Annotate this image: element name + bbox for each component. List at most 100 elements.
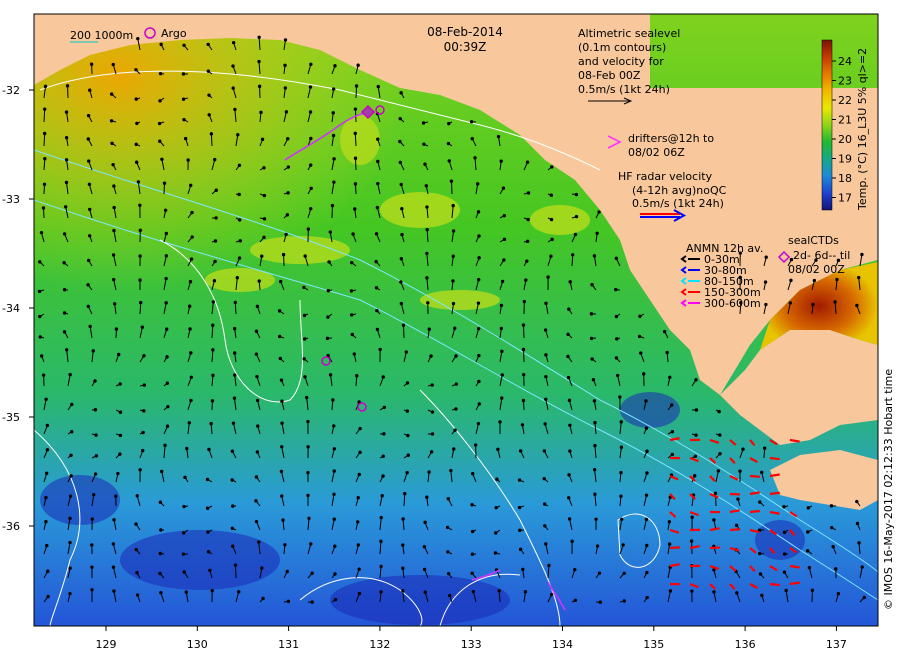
velocity-arrowhead bbox=[520, 423, 525, 427]
velocity-arrowhead bbox=[134, 97, 138, 101]
velocity-arrowhead bbox=[549, 217, 554, 222]
velocity-arrowhead bbox=[164, 327, 169, 331]
velocity-arrowhead bbox=[549, 193, 554, 197]
velocity-arrowhead bbox=[306, 227, 311, 231]
velocity-arrowhead bbox=[232, 326, 237, 331]
velocity-arrowhead bbox=[694, 433, 698, 437]
sealctd-line-3: 08/02 00Z bbox=[788, 263, 845, 276]
velocity-arrowhead bbox=[518, 547, 523, 552]
velocity-arrowhead bbox=[183, 475, 187, 480]
altimetry-line-5: 0.5m/s (1kt 24h) bbox=[578, 83, 670, 96]
velocity-arrowhead bbox=[233, 563, 238, 567]
velocity-arrowhead bbox=[181, 531, 186, 535]
velocity-arrowhead bbox=[189, 375, 194, 379]
velocity-arrowhead bbox=[522, 299, 527, 304]
velocity-arrowhead bbox=[592, 254, 597, 258]
velocity-arrowhead bbox=[69, 453, 73, 458]
lon-tick-label: 131 bbox=[278, 638, 299, 651]
velocity-arrowhead bbox=[160, 157, 164, 161]
velocity-arrowhead bbox=[857, 275, 861, 280]
velocity-arrowhead bbox=[309, 136, 313, 141]
velocity-arrowhead bbox=[592, 467, 597, 472]
velocity-arrowhead bbox=[185, 446, 189, 451]
velocity-arrowhead bbox=[279, 378, 284, 382]
velocity-arrowhead bbox=[544, 397, 548, 401]
velocity-arrowhead bbox=[379, 539, 383, 544]
velocity-arrowhead bbox=[476, 277, 481, 282]
velocity-arrowhead bbox=[718, 451, 722, 456]
velocity-arrowhead bbox=[568, 423, 572, 427]
velocity-arrowhead bbox=[62, 311, 67, 315]
velocity-arrowhead bbox=[187, 304, 192, 308]
velocity-arrowhead bbox=[182, 570, 186, 574]
velocity-arrowhead bbox=[833, 300, 837, 304]
altimetry-line-4: 08-Feb 00Z bbox=[578, 69, 641, 82]
velocity-arrowhead bbox=[376, 159, 380, 164]
velocity-arrowhead bbox=[502, 258, 506, 262]
velocity-arrowhead bbox=[782, 505, 786, 509]
velocity-arrowhead bbox=[615, 337, 619, 341]
velocity-arrowhead bbox=[644, 399, 648, 403]
velocity-arrowhead bbox=[257, 540, 261, 544]
velocity-arrowhead bbox=[326, 315, 330, 319]
velocity-arrowhead bbox=[255, 374, 259, 379]
velocity-arrowhead bbox=[382, 432, 386, 436]
velocity-arrowhead bbox=[158, 139, 162, 143]
velocity-arrowhead bbox=[399, 301, 404, 306]
colorbar-tick-label: 19 bbox=[838, 153, 852, 166]
velocity-arrowhead bbox=[64, 180, 69, 185]
velocity-arrowhead bbox=[855, 303, 859, 308]
velocity-arrowhead bbox=[260, 254, 264, 258]
velocity-arrowhead bbox=[328, 373, 333, 377]
velocity-arrowhead bbox=[645, 570, 649, 575]
velocity-arrowhead bbox=[138, 278, 142, 282]
velocity-arrowhead bbox=[136, 36, 140, 41]
sst-map: 08-Feb-2014 00:39Z 200 1000m Argo Altime… bbox=[2, 13, 895, 651]
velocity-arrowhead bbox=[614, 356, 619, 360]
velocity-arrowhead bbox=[401, 517, 405, 521]
velocity-arrowhead bbox=[135, 570, 139, 575]
lon-tick-label: 137 bbox=[826, 638, 847, 651]
lon-tick-label: 135 bbox=[643, 638, 664, 651]
lat-tick-label: -34 bbox=[2, 302, 20, 315]
velocity-arrowhead bbox=[44, 520, 48, 524]
velocity-arrowhead bbox=[521, 567, 525, 572]
velocity-arrowhead bbox=[189, 257, 194, 261]
velocity-arrowhead bbox=[567, 496, 571, 500]
velocity-arrowhead bbox=[446, 571, 451, 576]
velocity-arrowhead bbox=[542, 476, 546, 481]
velocity-arrowhead bbox=[518, 449, 523, 453]
velocity-arrowhead bbox=[65, 348, 69, 352]
velocity-arrowhead bbox=[134, 142, 138, 147]
velocity-arrowhead bbox=[644, 426, 649, 430]
velocity-arrowhead bbox=[182, 43, 186, 47]
velocity-arrowhead bbox=[570, 539, 574, 544]
velocity-arrowhead bbox=[379, 564, 383, 569]
velocity-arrowhead bbox=[45, 543, 49, 548]
hf-radar-line-2: (4-12h avg)noQC bbox=[632, 184, 727, 197]
velocity-arrowhead bbox=[68, 516, 72, 521]
velocity-arrowhead bbox=[496, 447, 500, 452]
velocity-arrowhead bbox=[189, 183, 193, 188]
velocity-arrowhead bbox=[206, 550, 211, 554]
velocity-arrowhead bbox=[375, 327, 380, 332]
sealctd-line-2: 2d- 6d-- til bbox=[793, 249, 850, 262]
velocity-arrowhead bbox=[406, 433, 410, 438]
velocity-arrowhead bbox=[109, 119, 114, 123]
velocity-arrowhead bbox=[430, 383, 434, 387]
velocity-arrowhead bbox=[424, 184, 428, 188]
velocity-arrowhead bbox=[645, 449, 649, 453]
velocity-arrowhead bbox=[211, 348, 215, 352]
velocity-arrowhead bbox=[376, 181, 380, 186]
velocity-arrowhead bbox=[550, 165, 554, 169]
velocity-arrowhead bbox=[619, 494, 623, 498]
velocity-arrowhead bbox=[309, 62, 313, 67]
velocity-arrowhead bbox=[476, 421, 481, 426]
velocity-arrowhead bbox=[524, 278, 528, 282]
velocity-arrowhead bbox=[302, 285, 306, 290]
velocity-arrowhead bbox=[86, 137, 90, 141]
velocity-arrowhead bbox=[94, 433, 98, 437]
velocity-arrowhead bbox=[306, 493, 310, 498]
velocity-arrowhead bbox=[206, 69, 211, 73]
velocity-arrowhead bbox=[45, 448, 50, 452]
